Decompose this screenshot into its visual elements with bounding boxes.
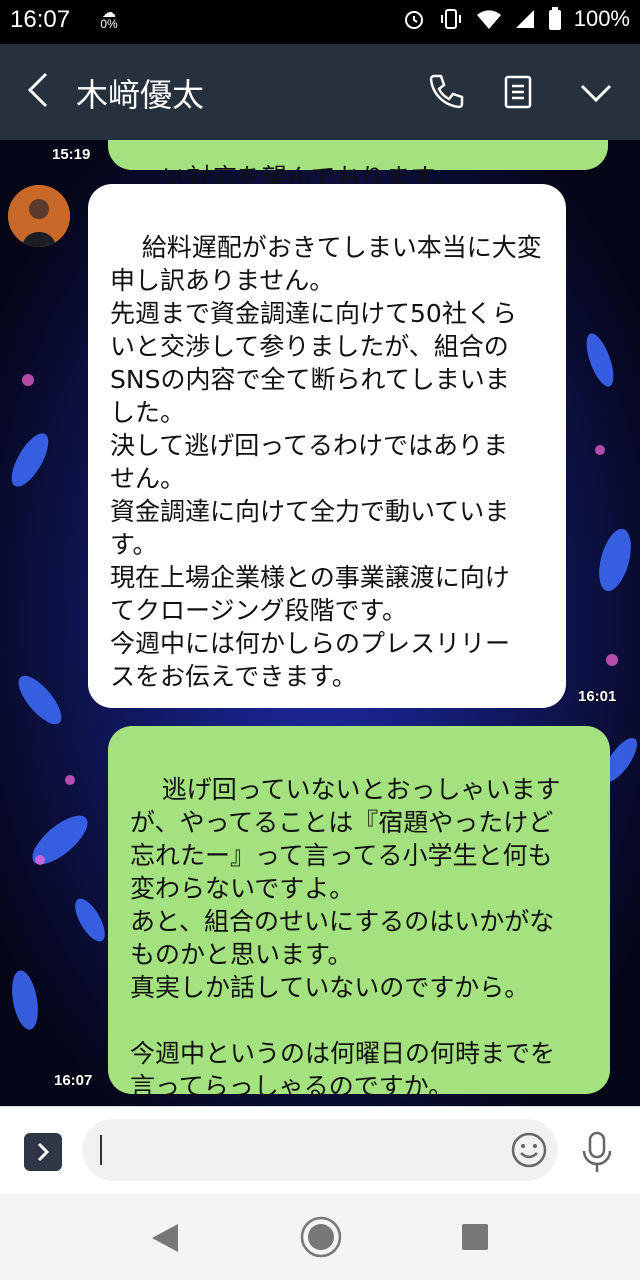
battery-percent: 100%	[573, 6, 630, 31]
phone-icon	[429, 74, 464, 109]
back-button[interactable]	[18, 62, 58, 118]
menu-button[interactable]	[574, 70, 618, 114]
nav-recents-button[interactable]	[460, 1222, 490, 1252]
battery-icon	[548, 7, 561, 30]
nav-back-button[interactable]	[150, 1222, 180, 1254]
message-bubble-outgoing[interactable]: 逃げ回っていないとおっしゃいます が、やってることは『宿題やったけど 忘れたー』…	[108, 726, 610, 1106]
message-input-bar	[0, 1106, 640, 1195]
triangle-back-icon	[152, 1224, 178, 1252]
message-text: 給料遅配がおきてしまい本当に大変 申し訳ありません。 先週まで資金調達に向けて5…	[110, 233, 542, 757]
avatar[interactable]	[8, 185, 70, 247]
status-time: 16:07	[10, 6, 71, 33]
vibrate-icon	[440, 9, 461, 29]
status-icons: 100%	[402, 6, 630, 32]
nav-home-button[interactable]	[300, 1216, 342, 1258]
contact-name: 木﨑優太	[76, 76, 205, 114]
message-text: 逃げ回っていないとおっしゃいます が、やってることは『宿題やったけど 忘れたー』…	[130, 775, 561, 1106]
message-input[interactable]	[82, 1119, 558, 1181]
smiley-icon	[511, 1132, 547, 1168]
system-nav-bar	[0, 1194, 640, 1280]
alarm-icon	[404, 11, 423, 29]
chat-header: 木﨑優太	[0, 44, 640, 140]
message-time: 16:07	[54, 1072, 93, 1089]
chevron-down-icon	[580, 84, 612, 103]
voice-button[interactable]	[578, 1131, 616, 1175]
chevron-right-icon	[37, 1142, 50, 1162]
message-bubble-incoming[interactable]: 給料遅配がおきてしまい本当に大変 申し訳ありません。 先週まで資金調達に向けて5…	[88, 184, 566, 757]
circle-home-icon	[300, 1216, 342, 1258]
notes-button[interactable]	[496, 70, 540, 114]
data-percent: 0%	[100, 17, 118, 31]
chat-area[interactable]: い対応を望んでおります。 15:19 給料遅配がおきてしまい本当に大変 申し訳あ…	[0, 140, 640, 1106]
chevron-left-icon	[27, 72, 48, 108]
signal-icon	[515, 10, 534, 28]
microphone-icon	[582, 1131, 612, 1172]
call-button[interactable]	[424, 70, 468, 114]
wifi-icon	[476, 10, 501, 29]
message-time: 16:01	[578, 688, 617, 705]
emoji-button[interactable]	[510, 1131, 548, 1169]
text-caret	[100, 1135, 102, 1165]
status-bar: 16:07 ☁ 0% 100%	[0, 0, 640, 44]
message-time: 15:19	[52, 146, 91, 163]
square-recents-icon	[462, 1224, 488, 1250]
data-saver-indicator: ☁ 0%	[96, 5, 122, 31]
message-bubble-outgoing[interactable]: い対応を望んでおります。	[108, 140, 608, 192]
expand-button[interactable]	[24, 1133, 62, 1171]
